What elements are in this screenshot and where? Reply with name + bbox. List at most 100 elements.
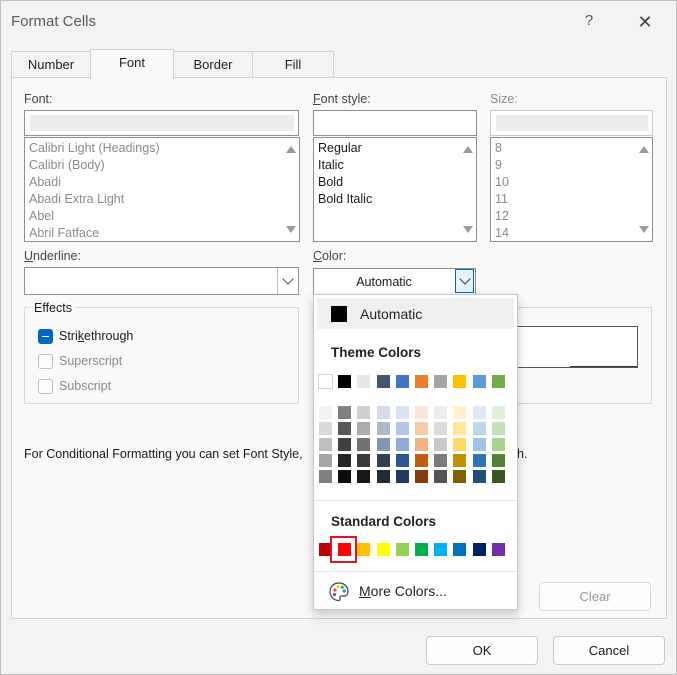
theme-shade-swatch[interactable] bbox=[319, 470, 332, 483]
theme-shade-swatch[interactable] bbox=[376, 422, 390, 435]
standard-color-swatch[interactable] bbox=[395, 543, 409, 556]
theme-color-swatch[interactable] bbox=[453, 375, 467, 388]
font-list-item[interactable]: Calibri Light (Headings) bbox=[25, 140, 299, 157]
theme-color-swatch[interactable] bbox=[376, 375, 390, 388]
tab-border[interactable]: Border bbox=[172, 51, 254, 77]
theme-shade-swatch[interactable] bbox=[319, 422, 332, 435]
theme-shade-swatch[interactable] bbox=[357, 406, 371, 419]
help-button[interactable]: ? bbox=[577, 9, 601, 33]
theme-color-swatch[interactable] bbox=[318, 374, 333, 389]
size-item[interactable]: 10 bbox=[491, 174, 652, 191]
theme-shade-swatch[interactable] bbox=[357, 422, 371, 435]
theme-shade-swatch[interactable] bbox=[472, 406, 486, 419]
theme-shade-swatch[interactable] bbox=[415, 470, 428, 483]
theme-shade-swatch[interactable] bbox=[453, 422, 467, 435]
theme-shade-swatch[interactable] bbox=[491, 470, 505, 483]
theme-shade-swatch[interactable] bbox=[491, 422, 505, 435]
standard-color-swatch[interactable] bbox=[491, 543, 505, 556]
theme-shade-swatch[interactable] bbox=[453, 454, 467, 467]
font-name-input[interactable] bbox=[24, 110, 299, 136]
close-button[interactable]: ✕ bbox=[631, 9, 659, 35]
scroll-up-arrow-icon[interactable] bbox=[639, 146, 649, 153]
theme-shade-swatch[interactable] bbox=[338, 470, 352, 483]
size-item[interactable]: 14 bbox=[491, 225, 652, 241]
theme-shade-swatch[interactable] bbox=[491, 438, 505, 451]
font-style-item[interactable]: Bold Italic bbox=[314, 191, 476, 208]
theme-shade-swatch[interactable] bbox=[376, 438, 390, 451]
theme-shade-swatch[interactable] bbox=[434, 422, 448, 435]
theme-shade-swatch[interactable] bbox=[453, 438, 467, 451]
ok-button[interactable]: OK bbox=[426, 636, 538, 665]
font-style-input[interactable] bbox=[313, 110, 477, 136]
font-list-item[interactable]: Calibri (Body) bbox=[25, 157, 299, 174]
theme-shade-swatch[interactable] bbox=[472, 438, 486, 451]
size-list-scrollbar[interactable] bbox=[635, 138, 652, 241]
theme-shade-swatch[interactable] bbox=[415, 406, 428, 419]
scroll-up-arrow-icon[interactable] bbox=[463, 146, 473, 153]
theme-shade-swatch[interactable] bbox=[453, 406, 467, 419]
theme-shade-swatch[interactable] bbox=[395, 438, 409, 451]
font-style-list[interactable]: Regular Italic Bold Bold Italic bbox=[313, 137, 477, 242]
font-style-scrollbar[interactable] bbox=[459, 138, 476, 241]
theme-shade-swatch[interactable] bbox=[395, 470, 409, 483]
size-item[interactable]: 12 bbox=[491, 208, 652, 225]
theme-shade-swatch[interactable] bbox=[338, 406, 352, 419]
theme-color-swatch[interactable] bbox=[491, 375, 505, 388]
subscript-checkbox[interactable] bbox=[38, 379, 53, 394]
more-colors-option[interactable]: More Colors... bbox=[359, 583, 447, 599]
theme-shade-swatch[interactable] bbox=[415, 438, 428, 451]
standard-color-swatch[interactable] bbox=[415, 543, 428, 556]
theme-shade-swatch[interactable] bbox=[434, 438, 448, 451]
theme-shade-swatch[interactable] bbox=[376, 470, 390, 483]
scroll-down-arrow-icon[interactable] bbox=[639, 226, 649, 233]
theme-shade-swatch[interactable] bbox=[434, 470, 448, 483]
theme-color-swatch[interactable] bbox=[395, 375, 409, 388]
theme-color-swatch[interactable] bbox=[472, 375, 486, 388]
theme-color-swatch[interactable] bbox=[434, 375, 448, 388]
theme-shade-swatch[interactable] bbox=[395, 454, 409, 467]
theme-shade-swatch[interactable] bbox=[491, 454, 505, 467]
standard-color-swatch[interactable] bbox=[453, 543, 467, 556]
theme-color-swatch[interactable] bbox=[357, 375, 371, 388]
size-item[interactable]: 9 bbox=[491, 157, 652, 174]
standard-color-swatch[interactable] bbox=[434, 543, 448, 556]
scroll-down-arrow-icon[interactable] bbox=[286, 226, 296, 233]
theme-shade-swatch[interactable] bbox=[434, 406, 448, 419]
tab-number[interactable]: Number bbox=[11, 51, 91, 77]
font-list[interactable]: Calibri Light (Headings) Calibri (Body) … bbox=[24, 137, 300, 242]
theme-shade-swatch[interactable] bbox=[415, 454, 428, 467]
tab-font[interactable]: Font bbox=[90, 49, 174, 79]
size-list[interactable]: 8 9 10 11 12 14 bbox=[490, 137, 653, 242]
font-list-item[interactable]: Abel bbox=[25, 208, 299, 225]
font-list-item[interactable]: Abadi Extra Light bbox=[25, 191, 299, 208]
font-list-scrollbar[interactable] bbox=[282, 138, 299, 241]
font-list-item[interactable]: Abril Fatface bbox=[25, 225, 299, 241]
theme-color-swatch[interactable] bbox=[415, 375, 428, 388]
color-dropdown-button[interactable] bbox=[455, 269, 474, 293]
theme-shade-swatch[interactable] bbox=[357, 470, 371, 483]
size-item[interactable]: 11 bbox=[491, 191, 652, 208]
underline-dropdown[interactable] bbox=[24, 267, 299, 295]
strikethrough-checkbox[interactable] bbox=[38, 329, 53, 344]
theme-shade-swatch[interactable] bbox=[472, 470, 486, 483]
scroll-down-arrow-icon[interactable] bbox=[463, 226, 473, 233]
theme-shade-swatch[interactable] bbox=[376, 454, 390, 467]
theme-shade-swatch[interactable] bbox=[357, 454, 371, 467]
theme-shade-swatch[interactable] bbox=[415, 422, 428, 435]
font-style-item[interactable]: Italic bbox=[314, 157, 476, 174]
size-input[interactable] bbox=[490, 110, 653, 136]
standard-color-swatch[interactable] bbox=[376, 543, 390, 556]
theme-shade-swatch[interactable] bbox=[395, 422, 409, 435]
theme-shade-swatch[interactable] bbox=[491, 406, 505, 419]
theme-shade-swatch[interactable] bbox=[357, 438, 371, 451]
automatic-color-option[interactable]: Automatic bbox=[317, 298, 514, 329]
theme-shade-swatch[interactable] bbox=[376, 406, 390, 419]
theme-color-swatch[interactable] bbox=[338, 375, 352, 388]
underline-dropdown-button[interactable] bbox=[278, 269, 298, 293]
theme-shade-swatch[interactable] bbox=[453, 470, 467, 483]
font-list-item[interactable]: Abadi bbox=[25, 174, 299, 191]
superscript-checkbox[interactable] bbox=[38, 354, 53, 369]
tab-fill[interactable]: Fill bbox=[252, 51, 334, 77]
theme-shade-swatch[interactable] bbox=[338, 454, 352, 467]
size-item[interactable]: 8 bbox=[491, 140, 652, 157]
